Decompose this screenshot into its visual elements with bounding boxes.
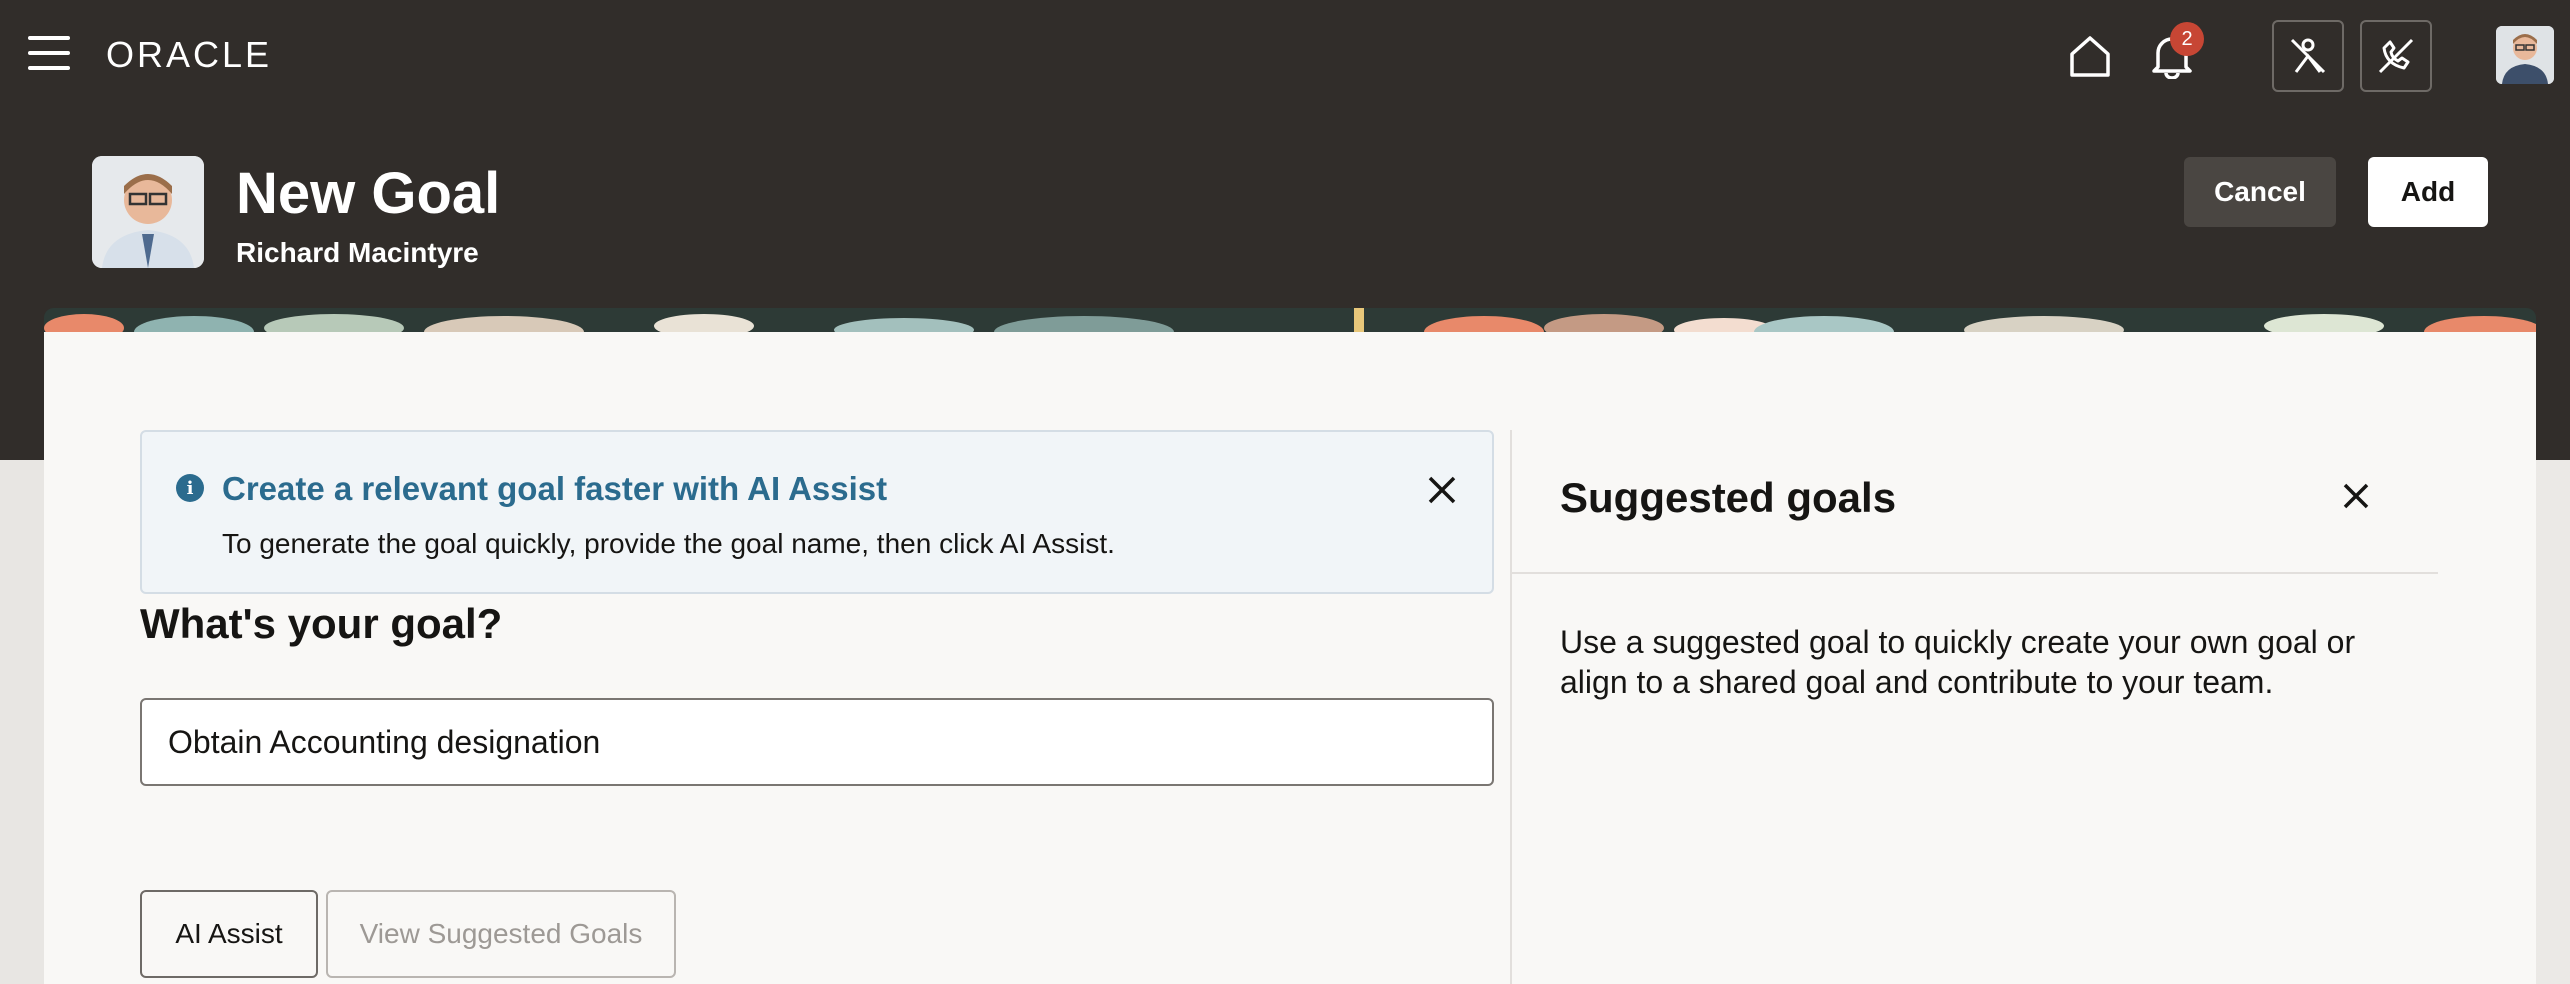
page-background [0, 460, 44, 984]
suggested-goals-title: Suggested goals [1560, 474, 1897, 521]
add-button[interactable]: Add [2368, 157, 2488, 227]
home-icon[interactable] [2062, 28, 2118, 84]
accessibility-off-icon[interactable] [2272, 20, 2344, 92]
info-banner-text: To generate the goal quickly, provide th… [222, 528, 1115, 559]
goal-name-input[interactable] [140, 698, 1494, 786]
page-title: New Goal [236, 161, 501, 226]
goal-name-label: What's your goal? [140, 600, 503, 647]
ai-assist-button[interactable]: AI Assist [140, 890, 318, 978]
notification-badge: 2 [2170, 22, 2204, 56]
info-icon: i [176, 474, 204, 502]
close-icon[interactable] [2336, 476, 2376, 516]
oracle-logo[interactable]: ORACLE [106, 34, 272, 76]
decorative-banner [44, 308, 2536, 334]
employee-photo [92, 156, 204, 268]
panel-divider [1510, 430, 1512, 984]
user-avatar[interactable] [2496, 26, 2554, 84]
ai-assist-info-banner: i Create a relevant goal faster with AI … [140, 430, 1494, 594]
hamburger-menu-icon[interactable] [28, 36, 76, 76]
view-suggested-goals-button[interactable]: View Suggested Goals [326, 890, 676, 978]
phone-off-icon[interactable] [2360, 20, 2432, 92]
panel-separator [1512, 572, 2438, 574]
cancel-button[interactable]: Cancel [2184, 157, 2336, 227]
close-icon[interactable] [1422, 470, 1462, 510]
suggested-goals-description: Use a suggested goal to quickly create y… [1560, 624, 2356, 700]
info-banner-title: Create a relevant goal faster with AI As… [222, 470, 888, 507]
employee-name: Richard Macintyre [236, 237, 479, 268]
